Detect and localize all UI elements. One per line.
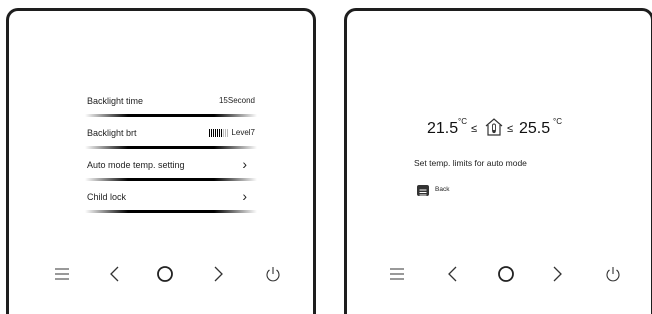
power-button[interactable]: [598, 259, 628, 289]
divider: [85, 114, 257, 117]
chevron-right-icon: ›: [242, 188, 247, 204]
brightness-bar: [217, 128, 219, 137]
menu-item-label: Backlight time: [87, 96, 144, 106]
brightness-level-bars: [209, 128, 229, 137]
power-icon: [266, 267, 280, 282]
menu-item-child-lock[interactable]: Child lock ›: [85, 187, 257, 219]
low-temp-value[interactable]: 21.5: [427, 120, 458, 138]
brightness-bar: [227, 128, 229, 137]
backlight-time-value: 15Second: [218, 96, 255, 105]
chevron-left-icon: [448, 266, 457, 282]
menu-button[interactable]: [47, 259, 77, 289]
left-thermostat-panel: Backlight time 15Second Backlight brt Le…: [6, 8, 316, 314]
brightness-bar: [219, 128, 221, 137]
divider: [85, 178, 257, 181]
brightness-bar: [221, 128, 223, 137]
menu-item-auto-mode-temp-setting[interactable]: Auto mode temp. setting ›: [85, 155, 257, 187]
brightness-bar: [213, 128, 215, 137]
brightness-bar: [225, 128, 227, 137]
right-button[interactable]: [204, 259, 234, 289]
button-bar: [9, 259, 313, 289]
home-thermometer-icon: [484, 117, 504, 142]
brightness-bar: [211, 128, 213, 137]
power-button[interactable]: [258, 259, 288, 289]
brightness-bar: [215, 128, 217, 137]
brightness-value: Level7: [209, 128, 255, 137]
menu-icon: [55, 268, 69, 280]
right-thermostat-panel: 21.5 °C ≤ ≤ 25.5 °C Set temp. limits for…: [344, 8, 652, 314]
leq-symbol: ≤: [507, 123, 514, 135]
menu-item-backlight-time[interactable]: Backlight time 15Second: [85, 91, 257, 123]
hint-text: Set temp. limits for auto mode: [414, 158, 527, 168]
menu-item-backlight-brightness[interactable]: Backlight brt Level7: [85, 123, 257, 155]
divider: [85, 146, 257, 149]
button-bar: [347, 259, 651, 289]
left-button[interactable]: [437, 259, 467, 289]
ok-circle-icon: [157, 266, 173, 282]
divider: [85, 210, 257, 213]
high-temp-value[interactable]: 25.5: [519, 120, 550, 138]
left-button[interactable]: [99, 259, 129, 289]
leq-symbol: ≤: [471, 123, 478, 135]
back-button[interactable]: [417, 185, 429, 196]
brightness-level-label: Level7: [231, 128, 255, 137]
menu-item-label: Backlight brt: [87, 128, 137, 138]
settings-menu: Backlight time 15Second Backlight brt Le…: [85, 91, 257, 219]
back-label: Back: [435, 186, 450, 193]
low-temp-unit: °C: [458, 117, 467, 126]
high-temp-unit: °C: [553, 117, 562, 126]
menu-button[interactable]: [382, 259, 412, 289]
chevron-right-icon: ›: [242, 156, 247, 172]
temp-limits-display: 21.5 °C ≤ ≤ 25.5 °C: [427, 111, 627, 145]
menu-icon: [390, 268, 404, 280]
chevron-right-icon: [214, 266, 223, 282]
menu-item-label: Child lock: [87, 192, 127, 202]
ok-circle-icon: [498, 266, 514, 282]
menu-item-label: Auto mode temp. setting: [87, 160, 185, 170]
menu-icon: [419, 189, 427, 196]
ok-button[interactable]: [491, 259, 521, 289]
chevron-left-icon: [110, 266, 119, 282]
power-icon: [606, 267, 620, 282]
ok-button[interactable]: [150, 259, 180, 289]
chevron-right-icon: [553, 266, 562, 282]
brightness-bar: [223, 128, 225, 137]
brightness-bar: [209, 128, 211, 137]
right-button[interactable]: [543, 259, 573, 289]
